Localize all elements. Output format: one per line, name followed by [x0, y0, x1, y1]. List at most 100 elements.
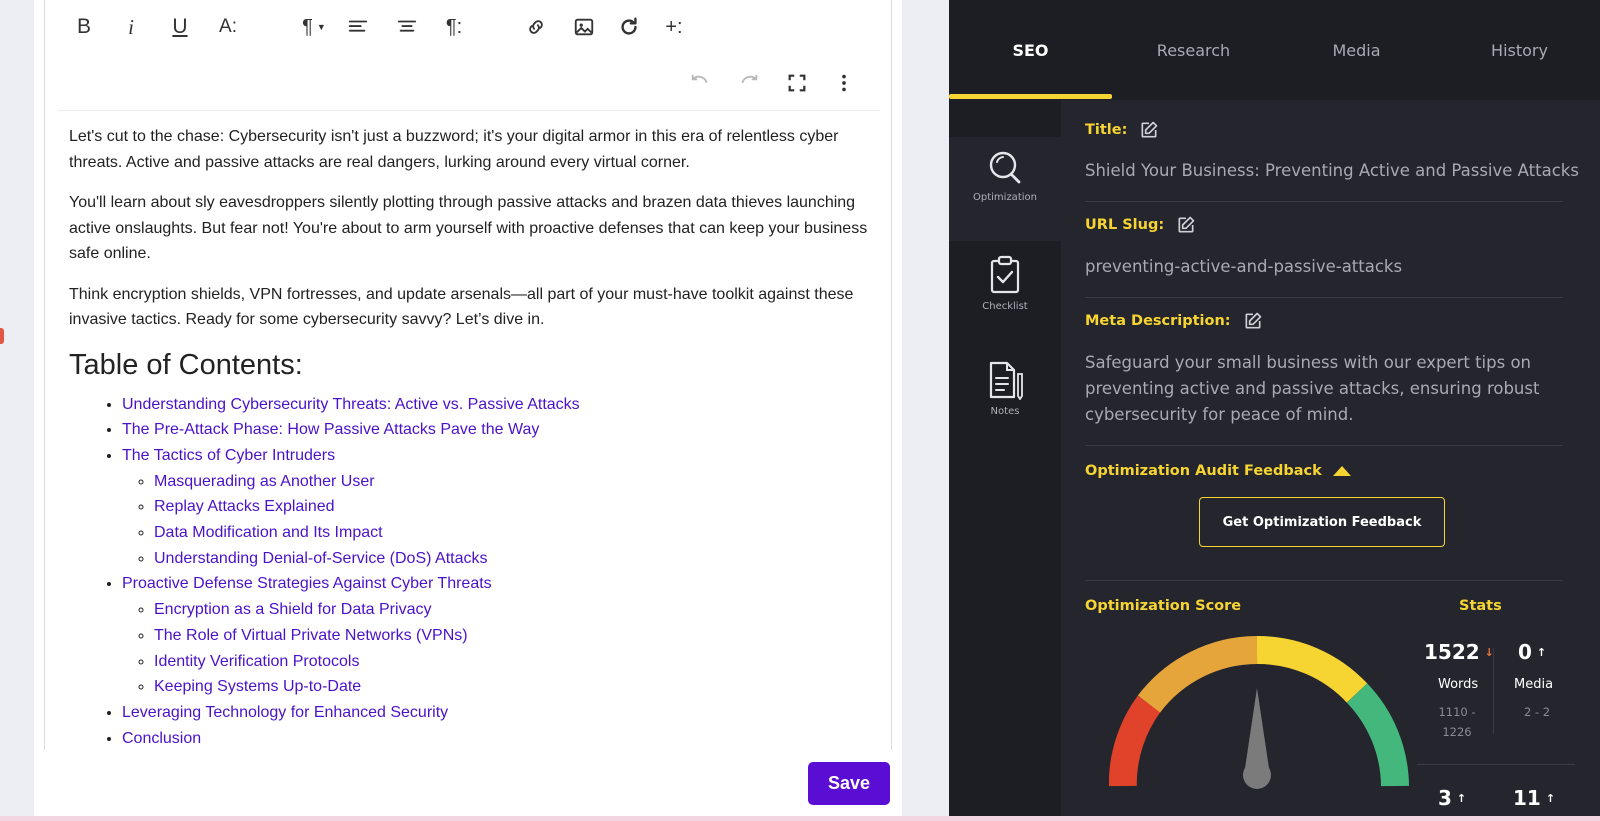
stat-words-value: 1522 ↓	[1424, 640, 1494, 664]
text-size-icon: A:	[219, 16, 237, 37]
redo-rotate-button[interactable]	[612, 10, 646, 44]
clipboard-check-icon	[990, 255, 1020, 294]
paragraph-more-button[interactable]: ¶:	[437, 10, 471, 44]
toc-subitem: The Role of Virtual Private Networks (VP…	[154, 623, 869, 649]
stat-row2-b-value: 11 ↑	[1513, 786, 1555, 810]
bold-button[interactable]: B	[67, 10, 101, 44]
audit-feedback-toggle[interactable]: Optimization Audit Feedback	[1085, 463, 1352, 479]
tab-research[interactable]: Research	[1112, 0, 1275, 100]
stat-media-range: 2 - 2	[1523, 705, 1551, 719]
insert-more-button[interactable]: +:	[657, 10, 691, 44]
toc-sublink[interactable]: The Role of Virtual Private Networks (VP…	[154, 627, 468, 644]
tab-seo[interactable]: SEO	[949, 0, 1112, 100]
tab-label: SEO	[1012, 40, 1049, 60]
toc-link[interactable]: Proactive Defense Strategies Against Cyb…	[122, 575, 492, 592]
seo-panel: SEO Research Media History Optimization …	[949, 0, 1600, 816]
toolbar-divider	[58, 110, 880, 111]
toc-sublink[interactable]: Replay Attacks Explained	[154, 498, 335, 515]
toc-link[interactable]: The Pre-Attack Phase: How Passive Attack…	[122, 421, 539, 438]
divider	[1085, 580, 1563, 581]
toc-sublink[interactable]: Understanding Denial-of-Service (DoS) At…	[154, 550, 487, 567]
arrow-up-icon: ↑	[1536, 646, 1547, 659]
insert-link-button[interactable]	[519, 10, 553, 44]
align-center-icon	[397, 20, 417, 32]
title-value[interactable]: Shield Your Business: Preventing Active …	[1085, 158, 1579, 184]
toc-item: The Tactics of Cyber Intruders Masquerad…	[122, 443, 869, 572]
gauge-segment-yellow	[1256, 635, 1368, 703]
toc-item: The Pre-Attack Phase: How Passive Attack…	[122, 417, 869, 443]
edit-slug-icon[interactable]	[1176, 215, 1196, 235]
edit-meta-icon[interactable]	[1243, 311, 1263, 331]
toc-link[interactable]: Conclusion	[122, 730, 201, 747]
caret-down-icon: ▼	[316, 22, 326, 32]
range-line: 1110 -	[1438, 705, 1476, 719]
meta-description-value[interactable]: Safeguard your small business with our e…	[1085, 350, 1563, 428]
toc-sublist: Masquerading as Another User Replay Atta…	[122, 469, 869, 572]
triangle-up-icon	[1332, 466, 1351, 476]
left-edge-marker	[0, 328, 4, 344]
text-size-button[interactable]: A:	[211, 10, 245, 44]
paragraph-icon: ¶	[302, 15, 313, 38]
divider	[1085, 445, 1563, 446]
redo-button[interactable]	[732, 66, 766, 100]
toc-sublink[interactable]: Keeping Systems Up-to-Date	[154, 678, 361, 695]
gauge-segment-orange	[1137, 636, 1258, 713]
toc-subitem: Masquerading as Another User	[154, 469, 869, 495]
toc-link[interactable]: Understanding Cybersecurity Threats: Act…	[122, 396, 580, 413]
audit-feedback-label: Optimization Audit Feedback	[1085, 463, 1322, 479]
rotate-icon	[621, 17, 637, 35]
link-icon	[529, 20, 543, 34]
toc-sublink[interactable]: Data Modification and Its Impact	[154, 524, 383, 541]
rail-item-optimization[interactable]: Optimization	[949, 150, 1061, 203]
more-options-button[interactable]	[827, 66, 861, 100]
toc-subitem: Keeping Systems Up-to-Date	[154, 674, 869, 700]
paragraph-format-dropdown[interactable]: ¶ ▼	[294, 10, 334, 44]
slug-label: URL Slug:	[1085, 217, 1165, 233]
fullscreen-button[interactable]	[780, 66, 814, 100]
stats-label: Stats	[1459, 598, 1502, 614]
divider	[1085, 297, 1563, 298]
toc-item: Conclusion	[122, 726, 869, 752]
toc-link[interactable]: The Tactics of Cyber Intruders	[122, 447, 335, 464]
tab-media[interactable]: Media	[1275, 0, 1438, 100]
stat-number: 1522	[1424, 640, 1480, 664]
divider	[1085, 201, 1563, 202]
save-button[interactable]: Save	[808, 762, 890, 805]
underline-button[interactable]: U	[163, 10, 197, 44]
italic-icon: i	[128, 14, 134, 39]
toc-sublist: Encryption as a Shield for Data Privacy …	[122, 597, 869, 700]
toc-sublink[interactable]: Identity Verification Protocols	[154, 653, 359, 670]
edit-title-icon[interactable]	[1139, 120, 1159, 140]
slug-value[interactable]: preventing-active-and-passive-attacks	[1085, 254, 1563, 280]
insert-image-button[interactable]	[567, 10, 601, 44]
meta-label-row: Meta Description:	[1085, 311, 1263, 331]
align-left-button[interactable]	[341, 10, 375, 44]
toc-subitem: Encryption as a Shield for Data Privacy	[154, 597, 869, 623]
stat-number: 3	[1438, 786, 1452, 810]
toc-sublink[interactable]: Masquerading as Another User	[154, 473, 375, 490]
tab-label: Media	[1332, 40, 1381, 60]
paragraph-3: Think encryption shields, VPN fortresses…	[69, 285, 854, 329]
magnifier-icon	[989, 151, 1021, 184]
stat-number: 11	[1513, 786, 1541, 810]
arrow-up-icon: ↑	[1545, 792, 1556, 805]
italic-button[interactable]: i	[114, 10, 148, 44]
tab-bar: SEO Research Media History	[949, 0, 1600, 100]
paragraph-more-icon: ¶:	[445, 15, 463, 38]
notes-icon	[989, 361, 1023, 400]
tab-history[interactable]: History	[1438, 0, 1600, 100]
rail-item-notes[interactable]: Notes	[949, 360, 1061, 417]
align-left-icon	[348, 20, 368, 32]
toc-link[interactable]: Leveraging Technology for Enhanced Secur…	[122, 704, 448, 721]
undo-button[interactable]	[683, 66, 717, 100]
score-gauge	[1109, 635, 1409, 789]
toc-list: Understanding Cybersecurity Threats: Act…	[69, 392, 869, 752]
rail-item-checklist[interactable]: Checklist	[949, 255, 1061, 312]
editor-content[interactable]: Let's cut to the chase: Cybersecurity is…	[69, 124, 869, 751]
align-center-button[interactable]	[390, 10, 424, 44]
bottom-strip	[0, 816, 1600, 821]
image-icon	[574, 18, 594, 36]
toc-sublink[interactable]: Encryption as a Shield for Data Privacy	[154, 601, 431, 618]
optimization-score-label: Optimization Score	[1085, 598, 1242, 614]
get-feedback-button[interactable]: Get Optimization Feedback	[1199, 497, 1445, 547]
